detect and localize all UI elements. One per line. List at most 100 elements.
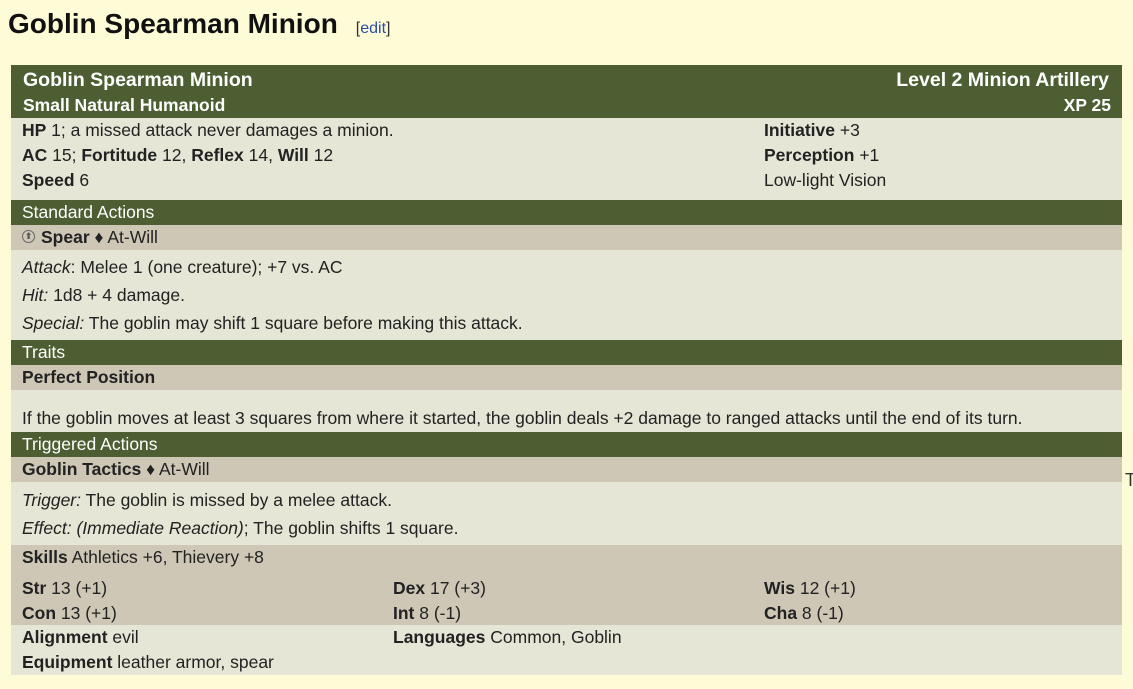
cha-label: Cha	[764, 603, 798, 623]
special-text: The goblin may shift 1 square before mak…	[84, 313, 523, 333]
defenses-line: AC 15; Fortitude 12, Reflex 14, Will 12	[22, 143, 394, 168]
creature-level: Level 2 Minion Artillery	[896, 69, 1109, 91]
reflex-value: 14,	[243, 145, 278, 165]
perception-value: +1	[854, 145, 880, 165]
effect-label: Effect:	[22, 518, 72, 538]
hp-line: HP 1; a missed attack never damages a mi…	[22, 118, 394, 143]
languages-line: Languages Common, Goblin	[393, 625, 622, 650]
page-heading: Goblin Spearman Minion [edit]	[8, 8, 391, 40]
creature-xp: XP 25	[1063, 95, 1111, 115]
tactics-separator: ♦	[141, 459, 159, 479]
trigger-text: The goblin is missed by a melee attack.	[81, 490, 392, 510]
int-value: 8 (-1)	[414, 603, 462, 623]
edit-bracket-close: ]	[386, 20, 391, 37]
dex-value: 17 (+3)	[425, 578, 486, 598]
special-line: Special: The goblin may shift 1 square b…	[11, 309, 1122, 337]
attack-label: Attack	[22, 257, 71, 277]
edit-link[interactable]: edit	[360, 20, 386, 37]
tactics-power-name: Goblin Tactics	[22, 459, 142, 479]
misc-block: Alignment evil Languages Common, Goblin …	[11, 625, 1122, 675]
int-label: Int	[393, 603, 415, 623]
hit-text: 1d8 + 4 damage.	[48, 285, 185, 305]
effect-text: ; The goblin shifts 1 square.	[243, 518, 459, 538]
tactics-usage: At-Will	[158, 459, 210, 479]
equipment-line: Equipment leather armor, spear	[22, 650, 274, 675]
dex-label: Dex	[393, 578, 426, 598]
edit-section: [edit]	[356, 20, 391, 38]
str-label: Str	[22, 578, 47, 598]
ac-label: AC	[22, 145, 48, 165]
triggered-actions-heading: Triggered Actions	[11, 432, 1122, 457]
page-title: Goblin Spearman Minion	[8, 8, 338, 39]
speed-line: Speed 6	[22, 168, 394, 193]
special-label: Special:	[22, 313, 85, 333]
tactics-power-body: Trigger: The goblin is missed by a melee…	[11, 482, 1122, 545]
defense-stats: HP 1; a missed attack never damages a mi…	[11, 118, 1122, 200]
standard-actions-heading: Standard Actions	[11, 200, 1122, 225]
wis-label: Wis	[764, 578, 795, 598]
skills-label: Skills	[22, 547, 68, 567]
fortitude-value: 12,	[157, 145, 192, 165]
attack-text: : Melee 1 (one creature); +7 vs. AC	[70, 257, 343, 277]
effect-action-type: (Immediate Reaction)	[71, 518, 244, 538]
stat-block: Goblin Spearman Minion Small Natural Hum…	[11, 65, 1122, 675]
creature-name: Goblin Spearman Minion	[23, 69, 253, 91]
melee-basic-attack-icon: ⬆	[22, 229, 35, 243]
alignment-label: Alignment	[22, 627, 108, 647]
tactics-power-title: Goblin Tactics ♦ At-Will	[11, 457, 1122, 482]
hp-label: HP	[22, 120, 47, 140]
power-usage: At-Will	[107, 227, 158, 247]
perception-label: Perception	[764, 145, 855, 165]
equipment-label: Equipment	[22, 652, 113, 672]
attack-line: Attack: Melee 1 (one creature); +7 vs. A…	[11, 253, 1122, 281]
wis-value: 12 (+1)	[794, 578, 856, 598]
trait-title: Perfect Position	[11, 365, 1122, 390]
cha-score: Cha 8 (-1)	[764, 601, 844, 626]
creature-type: Small Natural Humanoid	[23, 95, 226, 115]
power-separator: ♦	[89, 227, 108, 247]
spear-power-body: Attack: Melee 1 (one creature); +7 vs. A…	[11, 250, 1122, 340]
fortitude-label: Fortitude	[81, 145, 158, 165]
ac-value: 15;	[47, 145, 82, 165]
trait-body: If the goblin moves at least 3 squares f…	[11, 390, 1122, 432]
hit-line: Hit: 1d8 + 4 damage.	[11, 281, 1122, 309]
speed-label: Speed	[22, 170, 75, 190]
trigger-line: Trigger: The goblin is missed by a melee…	[11, 486, 1122, 514]
spear-power-title: ⬆ Spear ♦ At-Will	[11, 225, 1122, 250]
senses-column: Initiative +3 Perception +1 Low-light Vi…	[764, 118, 886, 193]
languages-label: Languages	[393, 627, 486, 647]
defense-column: HP 1; a missed attack never damages a mi…	[22, 118, 394, 193]
languages-value: Common, Goblin	[485, 627, 622, 647]
wis-score: Wis 12 (+1)	[764, 576, 856, 601]
stat-block-header: Goblin Spearman Minion Small Natural Hum…	[11, 65, 1122, 118]
will-label: Will	[277, 145, 309, 165]
initiative-line: Initiative +3	[764, 118, 886, 143]
initiative-value: +3	[835, 120, 860, 140]
perception-line: Perception +1	[764, 143, 886, 168]
power-name: Spear	[41, 227, 90, 247]
str-value: 13 (+1)	[46, 578, 108, 598]
clipped-text-fragment: T	[1125, 470, 1133, 490]
skills-value: Athletics +6, Thievery +8	[67, 547, 264, 567]
speed-value: 6	[74, 170, 90, 190]
dex-score: Dex 17 (+3)	[393, 576, 486, 601]
skills-line: Skills Athletics +6, Thievery +8	[22, 545, 264, 570]
vision-line: Low-light Vision	[764, 170, 887, 190]
con-value: 13 (+1)	[56, 603, 117, 623]
int-score: Int 8 (-1)	[393, 601, 461, 626]
hit-label: Hit:	[22, 285, 49, 305]
will-value: 12	[308, 145, 334, 165]
effect-line: Effect: (Immediate Reaction); The goblin…	[11, 514, 1122, 542]
cha-value: 8 (-1)	[797, 603, 844, 623]
con-score: Con 13 (+1)	[22, 601, 117, 626]
traits-heading: Traits	[11, 340, 1122, 365]
equipment-value: leather armor, spear	[112, 652, 274, 672]
hp-value: 1; a missed attack never damages a minio…	[46, 120, 394, 140]
trait-name: Perfect Position	[22, 367, 156, 387]
reflex-label: Reflex	[191, 145, 244, 165]
trait-text: If the goblin moves at least 3 squares f…	[22, 408, 1023, 428]
initiative-label: Initiative	[764, 120, 835, 140]
con-label: Con	[22, 603, 57, 623]
alignment-line: Alignment evil	[22, 625, 139, 650]
abilities-block: Skills Athletics +6, Thievery +8 Str 13 …	[11, 545, 1122, 625]
